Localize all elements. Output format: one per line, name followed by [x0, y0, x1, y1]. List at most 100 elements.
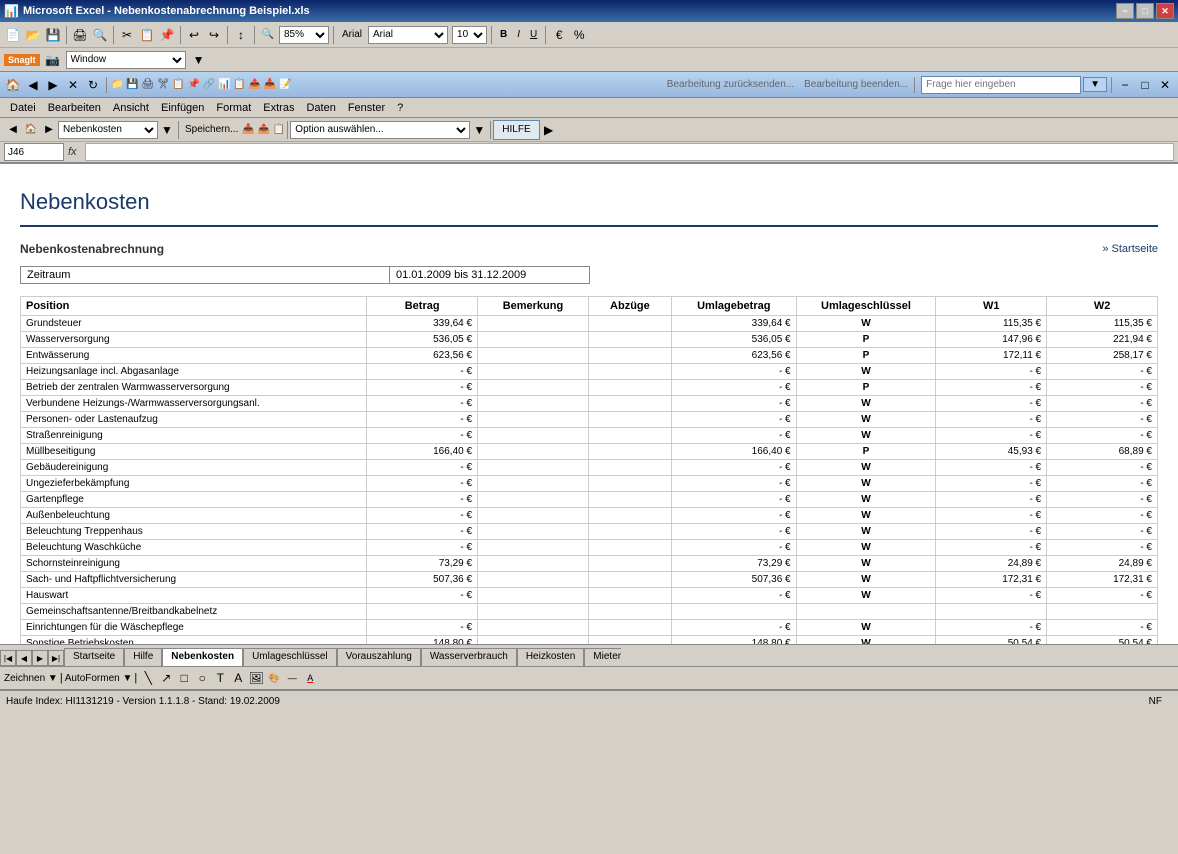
minimize-pane-icon[interactable]: −: [1116, 78, 1134, 92]
search-input[interactable]: [921, 76, 1081, 94]
table-cell: [588, 572, 671, 588]
option-select[interactable]: Option auswählen...: [290, 121, 470, 139]
table-cell: P: [796, 380, 936, 396]
sheet-tab-umlageschlssel[interactable]: Umlageschlüssel: [243, 648, 337, 666]
menu-daten[interactable]: Daten: [300, 100, 341, 116]
table-cell: Heizungsanlage incl. Abgasanlage: [21, 364, 367, 380]
cut-icon[interactable]: ✂: [118, 28, 136, 42]
table-row: Entwässerung623,56 €623,56 €P172,11 €258…: [21, 348, 1158, 364]
sheet-tab-hilfe[interactable]: Hilfe: [124, 648, 162, 666]
table-row: Ungezieferbekämpfung- €- €W- €- €: [21, 476, 1158, 492]
sheet-tab-startseite[interactable]: Startseite: [64, 648, 124, 666]
sheet-tab-nebenkosten[interactable]: Nebenkosten: [162, 648, 243, 666]
fill-color-icon[interactable]: 🎨: [265, 673, 283, 684]
line-icon[interactable]: ╲: [139, 671, 157, 685]
preview-icon[interactable]: 🔍: [91, 28, 109, 42]
menu-einfugen[interactable]: Einfügen: [155, 100, 210, 116]
oval-icon[interactable]: ○: [193, 671, 211, 685]
table-cell: 507,36 €: [367, 572, 478, 588]
fontsize-select[interactable]: 10: [452, 26, 487, 44]
tab-last-button[interactable]: ▶|: [48, 650, 64, 666]
sheet-tab-vorauszahlung[interactable]: Vorauszahlung: [337, 648, 421, 666]
refresh-icon[interactable]: ↻: [84, 78, 102, 92]
search-go-button[interactable]: ▼: [1083, 77, 1107, 92]
print-icon[interactable]: 🖨: [71, 28, 89, 42]
menu-datei[interactable]: Datei: [4, 100, 42, 116]
hilfe-icon[interactable]: ▶: [540, 123, 558, 137]
line-color-icon[interactable]: —: [283, 673, 301, 683]
close-pane-icon[interactable]: ✕: [1156, 78, 1174, 92]
bearbeitung-beenden[interactable]: Bearbeitung beenden...: [804, 79, 908, 90]
menu-format[interactable]: Format: [210, 100, 257, 116]
table-cell: [1047, 604, 1158, 620]
font-select[interactable]: Arial: [368, 26, 448, 44]
tab-first-button[interactable]: |◀: [0, 650, 16, 666]
bold-button[interactable]: B: [496, 25, 511, 45]
dropdown-icon[interactable]: ▼: [158, 123, 176, 137]
euro-icon[interactable]: €: [550, 28, 568, 42]
cell-reference-input[interactable]: [4, 143, 64, 161]
italic-button[interactable]: I: [513, 25, 524, 45]
back-icon[interactable]: ◀: [24, 78, 42, 92]
table-row: Sonstige Betriebskosten148,80 €148,80 €W…: [21, 636, 1158, 645]
menu-bar: Datei Bearbeiten Ansicht Einfügen Format…: [0, 98, 1178, 118]
tab-prev-button[interactable]: ◀: [16, 650, 32, 666]
percent-icon[interactable]: %: [570, 28, 588, 42]
minimize-button[interactable]: −: [1116, 3, 1134, 19]
save-icon[interactable]: 💾: [44, 28, 62, 42]
autoformen-label[interactable]: AutoFormen ▼: [65, 673, 133, 684]
home-icon[interactable]: 🏠: [4, 78, 22, 92]
menu-help[interactable]: ?: [391, 100, 409, 116]
rect-icon[interactable]: □: [175, 671, 193, 685]
maximize-button[interactable]: □: [1136, 3, 1154, 19]
hilfe-button[interactable]: HILFE: [493, 120, 539, 140]
table-cell: - €: [367, 460, 478, 476]
menu-fenster[interactable]: Fenster: [342, 100, 391, 116]
nav-back-icon[interactable]: ◀: [4, 124, 22, 135]
speichern-button[interactable]: Speichern...: [181, 120, 242, 140]
underline-button[interactable]: U: [526, 25, 541, 45]
snagit-mode-select[interactable]: Window: [66, 51, 186, 69]
redo-icon[interactable]: ↪: [205, 28, 223, 42]
close-button[interactable]: ✕: [1156, 3, 1174, 19]
font-color-icon[interactable]: A: [301, 673, 319, 683]
menu-extras[interactable]: Extras: [257, 100, 300, 116]
sheet-tab-wasserverbrauch[interactable]: Wasserverbrauch: [421, 648, 517, 666]
formula-input[interactable]: [85, 143, 1174, 161]
zoom-select[interactable]: 85%: [279, 26, 329, 44]
new-icon[interactable]: 📄: [4, 28, 22, 42]
maximize-pane-icon[interactable]: □: [1136, 78, 1154, 92]
nav-forward-icon[interactable]: ▶: [40, 124, 58, 135]
sheet-selector[interactable]: Nebenkosten: [58, 121, 158, 139]
menu-ansicht[interactable]: Ansicht: [107, 100, 155, 116]
undo-icon[interactable]: ↩: [185, 28, 203, 42]
option-dropdown-icon[interactable]: ▼: [470, 123, 488, 137]
snagit-camera-icon[interactable]: 📷: [44, 53, 62, 67]
sheet-tab-mieterdatenbank[interactable]: Mieterdatenbank: [584, 648, 621, 666]
arrow-icon[interactable]: ↗: [157, 671, 175, 685]
table-cell: - €: [1047, 412, 1158, 428]
menu-bearbeiten[interactable]: Bearbeiten: [42, 100, 107, 116]
table-cell: 115,35 €: [1047, 316, 1158, 332]
startseite-link[interactable]: » Startseite: [1102, 243, 1158, 255]
title-bar: 📊 Microsoft Excel - Nebenkostenabrechnun…: [0, 0, 1178, 22]
open-icon[interactable]: 📂: [24, 28, 42, 42]
copy-icon[interactable]: 📋: [138, 28, 156, 42]
sort-icon[interactable]: ↕: [232, 28, 250, 42]
paste-icon[interactable]: 📌: [158, 28, 176, 42]
bearbeitung-zuruck[interactable]: Bearbeitung zurücksenden...: [667, 79, 794, 90]
tab-next-button[interactable]: ▶: [32, 650, 48, 666]
table-cell: - €: [936, 460, 1047, 476]
snagit-settings-icon[interactable]: ▼: [190, 53, 208, 67]
forward-icon[interactable]: ▶: [44, 78, 62, 92]
excel-icon: 📊: [4, 4, 19, 18]
clipart-icon[interactable]: 🖼: [247, 671, 265, 685]
table-cell: W: [796, 508, 936, 524]
nav-home-icon[interactable]: 🏠: [22, 124, 40, 135]
table-cell: 68,89 €: [1047, 444, 1158, 460]
textbox-icon[interactable]: T: [211, 671, 229, 685]
stop-icon[interactable]: ✕: [64, 78, 82, 92]
wordart-icon[interactable]: A: [229, 671, 247, 685]
sheet-tab-heizkosten[interactable]: Heizkosten: [517, 648, 584, 666]
table-cell: [588, 332, 671, 348]
